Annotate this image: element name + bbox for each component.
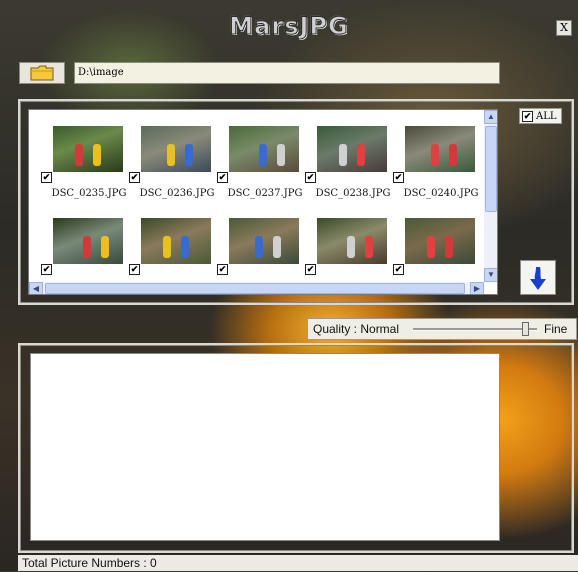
thumbnail-item[interactable]: ✔ DSC_0236.JPG [117, 120, 214, 202]
vertical-scrollbar[interactable]: ▲ ▼ [484, 110, 497, 282]
thumbnail-item[interactable]: ✔ [293, 212, 387, 282]
thumbnail-image[interactable] [53, 126, 123, 172]
horizontal-scroll-thumb[interactable] [45, 283, 465, 294]
photo-figure [427, 236, 435, 258]
thumbnail-checkbox[interactable]: ✔ [393, 172, 404, 183]
photo-figure [445, 236, 453, 258]
folder-icon [30, 65, 54, 81]
photo-figure [255, 236, 263, 258]
thumbnail-item[interactable]: ✔ [117, 212, 211, 282]
photo-figure [449, 144, 457, 166]
status-bar: Total Picture Numbers : 0 [18, 555, 578, 571]
thumbnail-checkbox[interactable]: ✔ [305, 172, 316, 183]
thumbnail-image[interactable] [229, 218, 299, 264]
close-button[interactable]: X [556, 20, 572, 36]
thumbnail-image[interactable] [317, 126, 387, 172]
thumbnail-checkbox[interactable]: ✔ [129, 264, 140, 275]
photo-figure [339, 144, 347, 166]
photo-figure [83, 236, 91, 258]
thumbnail-item[interactable]: ✔ [29, 212, 123, 282]
output-area[interactable] [30, 353, 500, 541]
select-all-label: ALL [536, 110, 557, 122]
photo-figure [273, 236, 281, 258]
thumbnail-checkbox[interactable]: ✔ [41, 172, 52, 183]
select-all-checkbox[interactable]: ✔ ALL [519, 108, 562, 124]
open-folder-button[interactable] [19, 62, 65, 84]
photo-figure [365, 236, 373, 258]
vertical-scroll-thumb[interactable] [485, 126, 497, 212]
quality-slider-track[interactable] [413, 328, 537, 331]
horizontal-scrollbar[interactable]: ◀ ▶ [29, 282, 484, 294]
thumbnail-item[interactable]: ✔ DSC_0240.JPG [381, 120, 478, 202]
photo-figure [163, 236, 171, 258]
photo-figure [347, 236, 355, 258]
scroll-left-arrow-icon[interactable]: ◀ [29, 282, 43, 294]
thumbnail-item[interactable]: ✔ DSC_0238.JPG [293, 120, 390, 202]
photo-figure [277, 144, 285, 166]
thumbnail-item[interactable]: ✔ [381, 212, 475, 282]
photo-figure [259, 144, 267, 166]
thumbnail-image[interactable] [53, 218, 123, 264]
photo-figure [75, 144, 83, 166]
checkmark-icon: ✔ [522, 110, 533, 122]
scroll-right-arrow-icon[interactable]: ▶ [470, 282, 484, 294]
thumbnail-checkbox[interactable]: ✔ [217, 264, 228, 275]
thumbnail-list[interactable]: ✔ DSC_0235.JPG ✔ DSC_0236.JPG ✔ DSC_0237.JPG ✔… [28, 109, 498, 295]
thumbnail-item[interactable]: ✔ DSC_0235.JPG [29, 120, 126, 202]
thumbnail-image[interactable] [405, 126, 475, 172]
arrow-down-icon [530, 266, 546, 290]
photo-figure [167, 144, 175, 166]
quality-slider-handle[interactable] [521, 322, 529, 336]
photo-figure [101, 236, 109, 258]
thumbnail-image[interactable] [405, 218, 475, 264]
photo-figure [93, 144, 101, 166]
scroll-up-arrow-icon[interactable]: ▲ [484, 110, 497, 124]
quality-control: Quality : Normal Fine [307, 318, 577, 340]
thumbnail-image[interactable] [229, 126, 299, 172]
thumbnail-checkbox[interactable]: ✔ [217, 172, 228, 183]
thumbnail-image[interactable] [141, 218, 211, 264]
thumbnail-item[interactable]: ✔ DSC_0237.JPG [205, 120, 302, 202]
thumbnail-checkbox[interactable]: ✔ [393, 264, 404, 275]
thumbnail-grid: ✔ DSC_0235.JPG ✔ DSC_0236.JPG ✔ DSC_0237.JPG ✔… [29, 110, 485, 282]
thumbnail-item[interactable]: ✔ [205, 212, 299, 282]
thumbnail-image[interactable] [317, 218, 387, 264]
thumbnail-checkbox[interactable]: ✔ [305, 264, 316, 275]
photo-figure [185, 144, 193, 166]
quality-label: Quality : Normal [313, 322, 400, 336]
app-title: MarsJPG [229, 12, 349, 41]
photo-figure [181, 236, 189, 258]
thumbnail-checkbox[interactable]: ✔ [129, 172, 140, 183]
thumbnail-checkbox[interactable]: ✔ [41, 264, 52, 275]
photo-figure [431, 144, 439, 166]
photo-figure [357, 144, 365, 166]
quality-fine-label: Fine [544, 322, 568, 336]
thumbnail-image[interactable] [141, 126, 211, 172]
thumbnail-filename: DSC_0240.JPG [403, 188, 479, 199]
add-to-output-button[interactable] [520, 260, 556, 295]
scroll-down-arrow-icon[interactable]: ▼ [484, 268, 497, 282]
folder-path-field[interactable]: D:\image [74, 62, 500, 84]
